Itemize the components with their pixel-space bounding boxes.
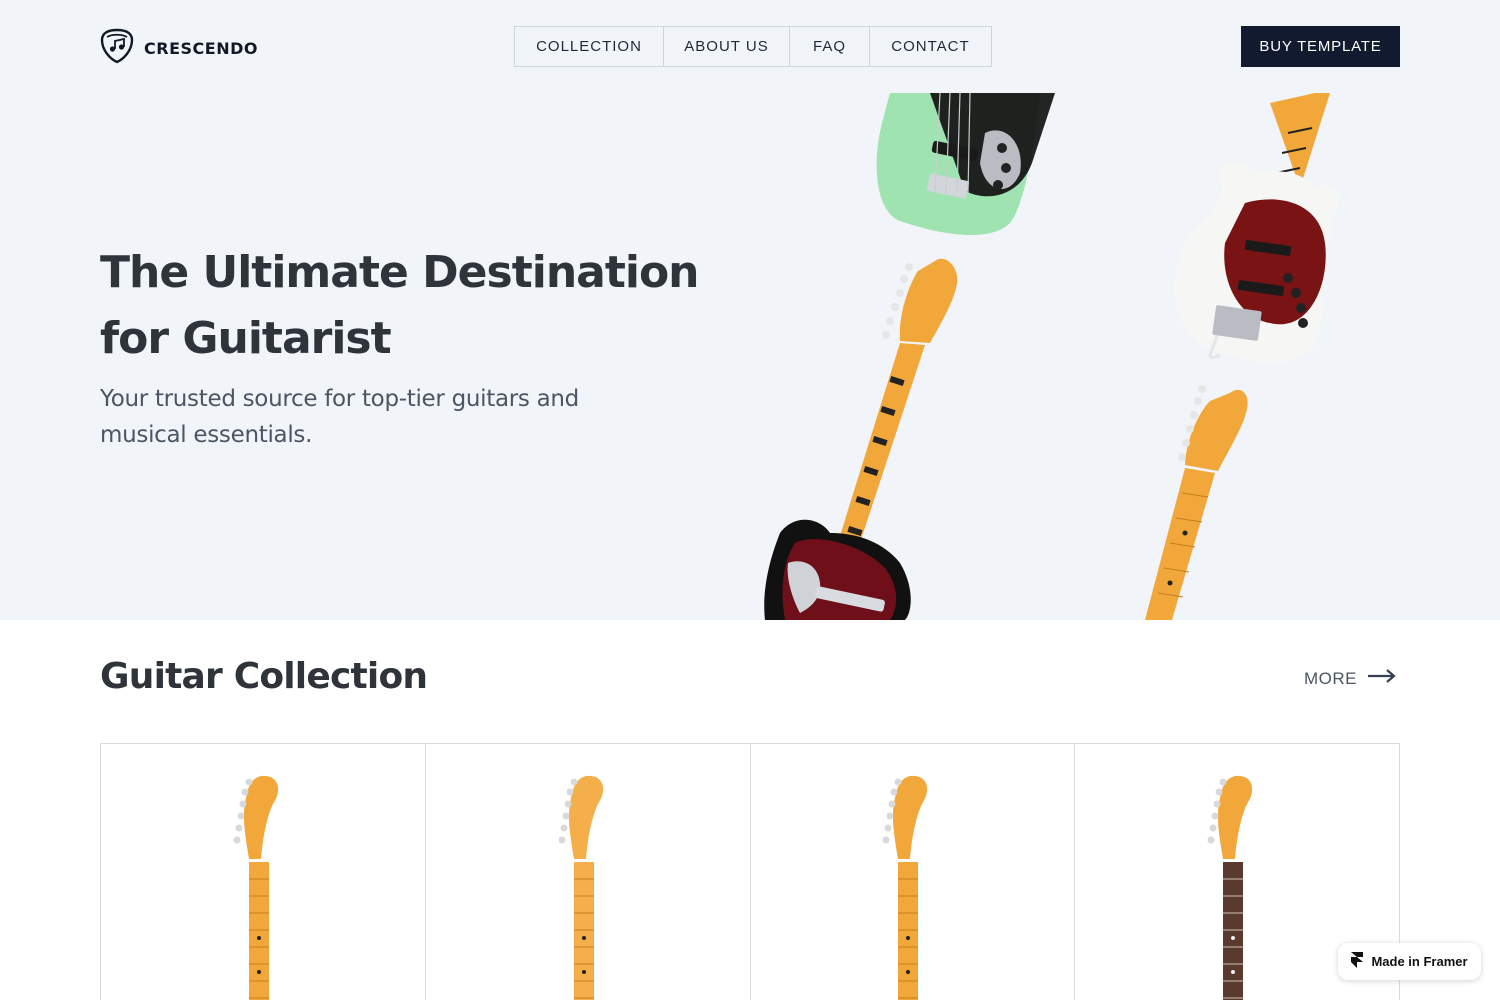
more-label: MORE bbox=[1304, 668, 1357, 688]
hero-section: CRESCENDO COLLECTION ABOUT US FAQ CONTAC… bbox=[0, 0, 1500, 620]
main-nav: COLLECTION ABOUT US FAQ CONTACT bbox=[514, 26, 992, 67]
white-bass-image bbox=[1174, 93, 1339, 363]
hero-guitar-collage bbox=[764, 93, 1339, 620]
guitar-neck-maple-image bbox=[558, 775, 603, 1000]
hero-title: The Ultimate Destination for Guitarist bbox=[100, 247, 700, 364]
guitar-card[interactable] bbox=[426, 744, 751, 1000]
brand-logo[interactable]: CRESCENDO bbox=[100, 28, 258, 69]
guitar-pick-note-icon bbox=[100, 28, 134, 69]
top-navigation-bar: CRESCENDO COLLECTION ABOUT US FAQ CONTAC… bbox=[0, 0, 1500, 93]
guitar-card[interactable] bbox=[101, 744, 426, 1000]
strat-neck-image bbox=[1145, 385, 1248, 620]
collection-title: Guitar Collection bbox=[100, 656, 428, 697]
framer-badge-label: Made in Framer bbox=[1371, 954, 1468, 969]
more-link[interactable]: MORE bbox=[1304, 668, 1397, 689]
guitar-neck-rosewood-image bbox=[1207, 775, 1253, 1000]
guitar-card[interactable] bbox=[751, 744, 1076, 1000]
brand-name: CRESCENDO bbox=[144, 39, 258, 58]
arrow-right-icon bbox=[1367, 668, 1397, 689]
made-in-framer-badge[interactable]: Made in Framer bbox=[1338, 943, 1481, 980]
nav-item-about-us[interactable]: ABOUT US bbox=[664, 27, 790, 66]
hero-subtitle: Your trusted source for top-tier guitars… bbox=[100, 386, 579, 448]
framer-logo-icon bbox=[1351, 952, 1364, 971]
buy-template-button[interactable]: BUY TEMPLATE bbox=[1241, 26, 1400, 67]
guitar-neck-maple-image bbox=[233, 775, 278, 1000]
guitar-collection-grid bbox=[100, 743, 1400, 1000]
nav-item-collection[interactable]: COLLECTION bbox=[515, 27, 664, 66]
nav-item-contact[interactable]: CONTACT bbox=[870, 27, 991, 66]
green-bass-image bbox=[876, 93, 1055, 236]
jaguar-guitar-image bbox=[764, 258, 958, 620]
nav-item-faq[interactable]: FAQ bbox=[790, 27, 870, 66]
guitar-neck-maple-image bbox=[882, 775, 928, 1000]
